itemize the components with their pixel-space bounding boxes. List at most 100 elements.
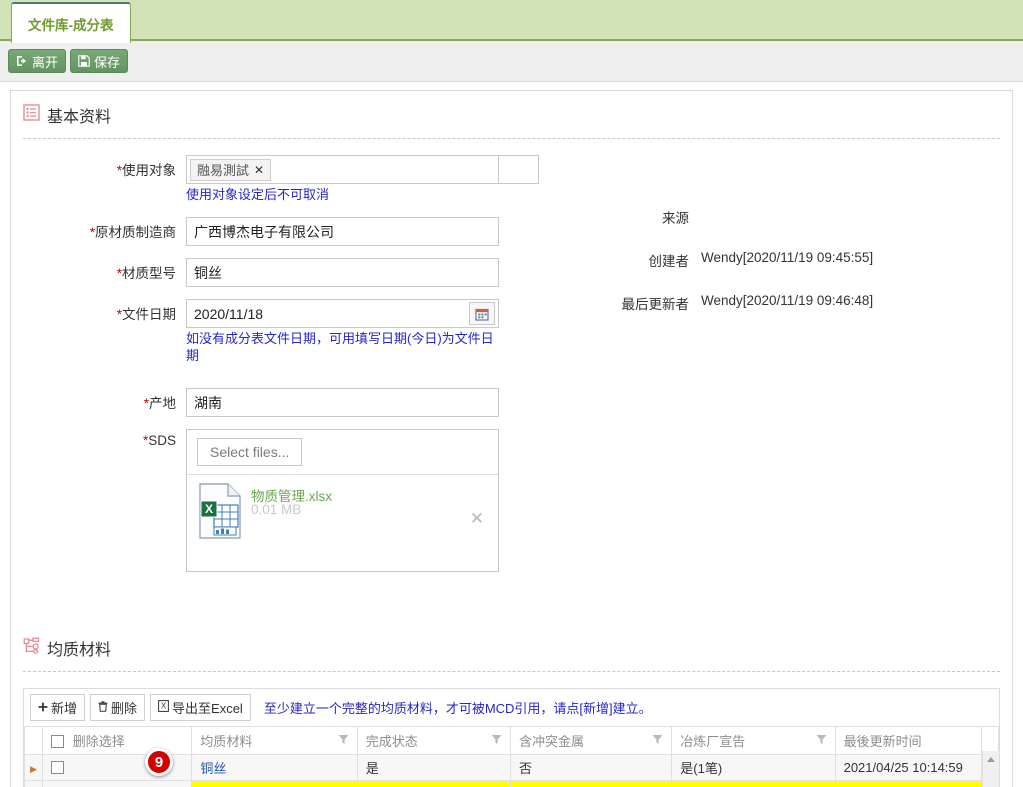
col-name-label: 均质材料 xyxy=(200,734,253,749)
add-row-button-label: 新增 xyxy=(51,701,78,716)
command-bar: 离开 保存 xyxy=(0,41,1023,82)
usage-target-tag-label: 融易測試 xyxy=(197,163,250,178)
origin-label: *产地 xyxy=(143,396,176,411)
source-label: 来源 xyxy=(662,211,689,226)
material-model-input[interactable] xyxy=(186,258,499,287)
cell-smelter: 是(1笔) xyxy=(671,780,836,787)
col-updated-label: 最後更新时间 xyxy=(843,734,922,749)
filter-icon[interactable] xyxy=(816,733,827,748)
hierarchy-icon xyxy=(23,637,40,659)
cell-updated: 2021/04/25 10:14:59 xyxy=(834,754,982,781)
svg-text:X: X xyxy=(161,702,167,711)
homogeneous-section-header: 均质材料 xyxy=(11,584,1012,660)
row-expander-cell[interactable]: ▶ xyxy=(23,780,44,787)
col-updated: 最後更新时间 xyxy=(834,726,982,755)
tab-label: 文件库-成分表 xyxy=(28,17,114,33)
usage-target-hint: 使用对象设定后不可取消 xyxy=(186,187,330,202)
sds-file-item: X 物质管理.xlsx 0.01 MB ✕ xyxy=(187,475,498,571)
svg-text:X: X xyxy=(205,502,213,516)
main-panel: 基本资料 *使用对象 融易測試 ✕ 使用对象设定后不可取消 *原材质制造商 广西… xyxy=(10,90,1013,787)
record-meta-column: 来源 创建者 Wendy[2020/11/19 09:45:55] 最后更新者 … xyxy=(531,155,1001,336)
select-all-checkbox[interactable] xyxy=(51,735,65,748)
material-name-link[interactable]: 铜丝 xyxy=(200,761,226,776)
col-select: 删除选择 xyxy=(42,726,193,755)
file-date-label: *文件日期 xyxy=(116,307,176,322)
annotation-step-badge: 9 xyxy=(145,748,173,776)
col-status: 完成状态 xyxy=(356,726,511,755)
material-model-label: *材质型号 xyxy=(116,266,176,281)
creator-label: 创建者 xyxy=(648,254,690,269)
leave-button-label: 离开 xyxy=(32,54,59,70)
file-date-hint: 如没有成分表文件日期，可用填写日期(今日)为文件日期 xyxy=(186,331,494,363)
leave-button[interactable]: 离开 xyxy=(8,49,67,73)
row-select-cell[interactable] xyxy=(42,780,193,787)
file-date-wrapper xyxy=(186,299,499,328)
remove-file-icon[interactable]: ✕ xyxy=(470,509,484,529)
field-row-sds: *SDS Select files... X 物质管理.xlsx 0.01 MB… xyxy=(11,429,1012,572)
delete-row-button[interactable]: 删除 xyxy=(90,694,146,721)
tab-file-library-composition[interactable]: 文件库-成分表 xyxy=(11,2,131,43)
col-expand xyxy=(23,726,44,755)
scroll-up-arrow-icon[interactable] xyxy=(987,757,995,762)
file-date-control: 如没有成分表文件日期，可用填写日期(今日)为文件日期 xyxy=(186,299,499,364)
homogeneous-section-title: 均质材料 xyxy=(47,642,112,659)
manufacturer-input[interactable] xyxy=(186,217,499,246)
sds-control: Select files... X 物质管理.xlsx 0.01 MB ✕ xyxy=(186,429,499,572)
table-row[interactable]: ▶ 铜箔 是 否 是(1笔) 2021/04/25 10:15:07 xyxy=(23,780,1000,787)
col-smelter: 冶炼厂宣告 xyxy=(671,726,836,755)
usage-target-label: *使用对象 xyxy=(116,163,176,178)
basic-form: *使用对象 融易測試 ✕ 使用对象设定后不可取消 *原材质制造商 广西博杰电子有… xyxy=(11,139,1012,572)
select-files-button[interactable]: Select files... xyxy=(197,438,303,466)
cell-name[interactable]: 铜丝 xyxy=(191,754,358,781)
basic-section-title: 基本资料 xyxy=(47,109,112,126)
basic-section-header: 基本资料 xyxy=(11,91,1012,127)
filter-icon[interactable] xyxy=(338,733,349,748)
row-checkbox[interactable] xyxy=(51,761,65,774)
chevron-right-icon[interactable]: ▶ xyxy=(30,764,37,774)
col-name: 均质材料 xyxy=(191,726,358,755)
cell-smelter: 是(1笔) xyxy=(671,754,836,781)
file-date-input[interactable] xyxy=(187,300,469,327)
usage-target-tagbox[interactable]: 融易測試 ✕ xyxy=(186,155,499,184)
sds-uploader: Select files... X 物质管理.xlsx 0.01 MB ✕ xyxy=(186,429,499,572)
sds-file-meta: 物质管理.xlsx 0.01 MB xyxy=(243,483,332,517)
grid-toolbar: 新增 删除 X 导出至Excel 至少建立一个完整的均质材料，才可被MCD引用，… xyxy=(23,688,1000,726)
col-conflict-label: 含冲突金属 xyxy=(518,734,584,749)
trash-icon xyxy=(98,700,108,715)
cell-status: 是 xyxy=(356,754,511,781)
grid-vertical-scrollbar[interactable] xyxy=(982,751,999,787)
origin-input[interactable] xyxy=(186,388,499,417)
export-excel-button-label: 导出至Excel xyxy=(172,701,243,716)
last-updater-value: Wendy[2020/11/19 09:46:48] xyxy=(701,293,874,308)
filter-icon[interactable] xyxy=(652,733,663,748)
remove-tag-icon[interactable]: ✕ xyxy=(254,163,264,177)
excel-file-icon: X xyxy=(197,483,243,542)
field-row-origin: *产地 xyxy=(11,388,1012,417)
sds-label: *SDS xyxy=(142,433,176,448)
meta-row-source: 来源 xyxy=(531,207,1001,227)
creator-value: Wendy[2020/11/19 09:45:55] xyxy=(701,250,874,265)
plus-icon xyxy=(38,700,48,715)
export-excel-button[interactable]: X 导出至Excel xyxy=(150,694,251,721)
list-lines-icon xyxy=(23,104,40,126)
usage-target-tag: 融易測試 ✕ xyxy=(190,158,272,181)
calendar-icon[interactable] xyxy=(469,302,495,325)
row-expander-cell[interactable]: ▶ xyxy=(23,754,44,781)
filter-icon[interactable] xyxy=(491,733,502,748)
meta-row-creator: 创建者 Wendy[2020/11/19 09:45:55] xyxy=(531,250,1001,270)
cell-status: 是 xyxy=(356,780,511,787)
tab-strip: 文件库-成分表 xyxy=(0,0,1023,43)
grid-hint-text: 至少建立一个完整的均质材料，才可被MCD引用，请点[新增]建立。 xyxy=(263,701,652,716)
cell-conflict: 否 xyxy=(509,754,673,781)
col-status-label: 完成状态 xyxy=(365,734,418,749)
usage-target-control: 融易測試 ✕ 使用对象设定后不可取消 xyxy=(186,155,539,203)
add-row-button[interactable]: 新增 xyxy=(30,694,86,721)
col-select-label: 删除选择 xyxy=(72,734,125,749)
save-button[interactable]: 保存 xyxy=(70,49,129,73)
cell-name[interactable]: 铜箔 xyxy=(191,780,358,787)
exit-icon xyxy=(16,55,28,67)
manufacturer-control xyxy=(186,217,499,246)
save-icon xyxy=(78,55,90,67)
excel-export-icon: X xyxy=(158,700,169,715)
sds-uploader-top: Select files... xyxy=(187,430,498,475)
